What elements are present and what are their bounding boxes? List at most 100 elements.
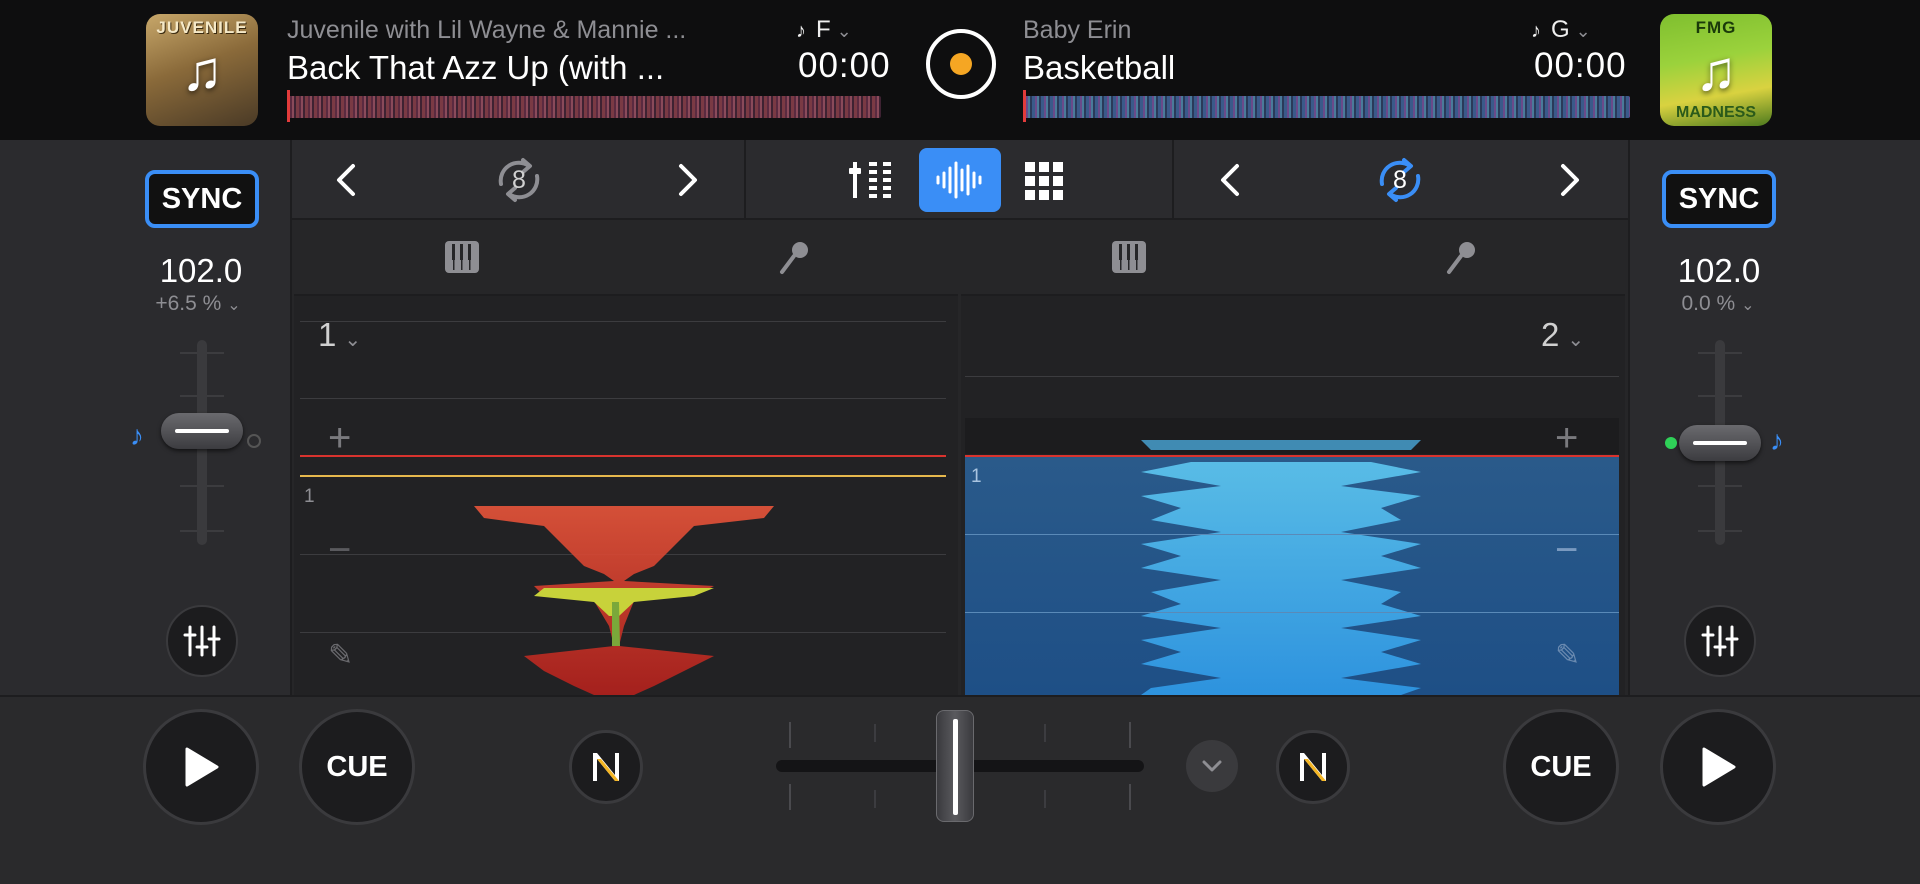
deck-a-waveform-panel: 1 ⌄ + 1 − ✎ <box>294 220 958 695</box>
crossfader-options-button[interactable] <box>1186 740 1238 792</box>
deck-b-loop-button[interactable]: 8 <box>1364 144 1436 216</box>
eq-sliders-icon <box>1701 625 1739 657</box>
crossfader-tick <box>874 724 876 742</box>
deck-a-loop-next-button[interactable] <box>668 160 708 200</box>
deck-a-time: 00:00 <box>798 46 891 85</box>
play-icon <box>185 747 219 787</box>
music-note-icon: ♫ <box>181 38 223 102</box>
deck-b-cover-text-2: MADNESS <box>1675 104 1756 121</box>
chevron-left-icon <box>337 164 355 196</box>
crossfader-tick <box>1129 784 1131 810</box>
deck-a-eq-button[interactable] <box>166 605 238 677</box>
deck-b-key: G <box>1551 16 1570 43</box>
crossfader-tick <box>1044 724 1046 742</box>
deck-b-side-panel: SYNC 102.0 0.0 % ⌄ ♪ <box>1628 140 1920 695</box>
deck-a-pitch: +6.5 % <box>155 292 222 315</box>
chevron-right-icon <box>1561 164 1579 196</box>
mixer-view-button[interactable] <box>848 158 896 202</box>
waveform-icon <box>936 161 982 199</box>
deck-b-cue-button[interactable]: CUE <box>1503 709 1619 825</box>
deck-a-artist: Juvenile with Lil Wayne & Mannie ... <box>287 16 687 44</box>
music-note-icon: ♪ <box>796 20 806 42</box>
beat-gridline <box>965 376 1619 377</box>
center-toolbar: 8 8 <box>292 140 1628 220</box>
deck-a-key: F <box>816 16 831 43</box>
beat-gridline <box>965 534 1619 535</box>
deck-b-sync-button[interactable]: SYNC <box>1662 170 1776 228</box>
deck-b-playhead-line <box>965 455 1619 457</box>
crossfader-tick <box>789 784 791 810</box>
chevron-down-icon: ⌄ <box>227 297 241 314</box>
deck-a-keyboard-button[interactable] <box>444 240 480 279</box>
now-playing-bar: JUVENILE ♫ Juvenile with Lil Wayne & Man… <box>0 0 1920 140</box>
pads-view-button[interactable] <box>1023 160 1065 202</box>
deck-b-pitch-slider-handle[interactable] <box>1679 425 1761 461</box>
zoom-out-icon[interactable]: − <box>1555 528 1578 573</box>
deck-a-loop-button[interactable]: 8 <box>483 144 555 216</box>
deck-b-playhead <box>1023 90 1026 122</box>
deck-b-overview-waveform[interactable] <box>1023 96 1630 118</box>
deck-b-microphone-button[interactable] <box>1445 240 1477 281</box>
eq-sliders-icon <box>183 625 221 657</box>
deck-a-pitch-slider-handle[interactable] <box>161 413 243 449</box>
deck-a-playhead <box>287 90 290 122</box>
pitch-locked-indicator <box>1665 437 1677 449</box>
keyboard-icon <box>445 241 479 273</box>
tempo-note-icon: ♪ <box>130 420 144 451</box>
deck-b-keyboard-button[interactable] <box>1111 240 1147 279</box>
deck-b-scrolling-waveform[interactable] <box>961 416 1625 695</box>
pads-grid-icon <box>1025 162 1063 200</box>
mixer-icon <box>849 158 891 202</box>
deck-b-loop-prev-button[interactable] <box>1210 160 1250 200</box>
edit-pencil-icon[interactable]: ✎ <box>1555 638 1580 673</box>
deck-b-eq-button[interactable] <box>1684 605 1756 677</box>
deck-b-cover-art[interactable]: FMG ♫ MADNESS <box>1660 14 1772 126</box>
deck-b-time: 00:00 <box>1534 46 1627 85</box>
zoom-in-icon[interactable]: + <box>1555 416 1578 461</box>
deck-b-loop-next-button[interactable] <box>1550 160 1590 200</box>
deck-b-loop-beats: 8 <box>1393 166 1407 194</box>
deck-b-header-row <box>961 220 1625 296</box>
record-dot-icon <box>950 53 972 75</box>
waveform-view-button[interactable] <box>919 148 1001 212</box>
deck-b-cue-number: 2 <box>1541 316 1560 353</box>
crossfader-tick <box>789 722 791 748</box>
edit-pencil-icon[interactable]: ✎ <box>328 638 353 673</box>
crossfader-tick <box>1129 722 1131 748</box>
deck-b-neural-mix-button[interactable] <box>1276 730 1350 804</box>
chevron-down-icon: ⌄ <box>1741 297 1755 314</box>
beat-gridline <box>300 398 946 399</box>
deck-a-pitch-selector[interactable]: +6.5 % ⌄ <box>128 292 268 316</box>
deck-a-sync-button[interactable]: SYNC <box>145 170 259 228</box>
chevron-down-icon <box>1202 760 1222 772</box>
play-icon <box>1702 747 1736 787</box>
music-note-icon: ♪ <box>1531 20 1541 42</box>
deck-b-pitch-selector[interactable]: 0.0 % ⌄ <box>1648 292 1788 316</box>
deck-b-waveform-panel: 2 ⌄ + 1 − ✎ <box>961 220 1625 695</box>
neural-mix-icon <box>1300 753 1326 781</box>
deck-b-bpm: 102.0 <box>1677 252 1761 289</box>
deck-a-loop-prev-button[interactable] <box>326 160 366 200</box>
tempo-note-icon: ♪ <box>1770 425 1784 456</box>
chevron-right-icon <box>679 164 697 196</box>
beat-gridline <box>965 612 1619 613</box>
deck-a-cover-art[interactable]: JUVENILE ♫ <box>146 14 258 126</box>
deck-a-cue-button[interactable]: CUE <box>299 709 415 825</box>
deck-a-play-button[interactable] <box>143 709 259 825</box>
neural-mix-icon <box>593 753 619 781</box>
deck-a-microphone-button[interactable] <box>778 240 810 281</box>
deck-a-key-selector[interactable]: ♪ F ⌄ <box>796 16 852 44</box>
crossfader-handle[interactable] <box>936 710 974 822</box>
center-record-button[interactable] <box>926 29 996 99</box>
deck-a-overview-waveform[interactable] <box>287 96 881 118</box>
deck-b-key-selector[interactable]: ♪ G ⌄ <box>1531 16 1591 44</box>
deck-b-cue-selector[interactable]: 2 ⌄ <box>1541 316 1584 354</box>
deck-a-header-row <box>294 220 958 296</box>
deck-a-neural-mix-button[interactable] <box>569 730 643 804</box>
deck-b-play-button[interactable] <box>1660 709 1776 825</box>
toolbar-divider <box>744 140 746 220</box>
chevron-down-icon: ⌄ <box>344 329 362 351</box>
deck-b-artist: Baby Erin <box>1023 16 1132 44</box>
crossfader-tick <box>874 790 876 808</box>
deck-a-scrolling-waveform[interactable] <box>294 456 958 695</box>
